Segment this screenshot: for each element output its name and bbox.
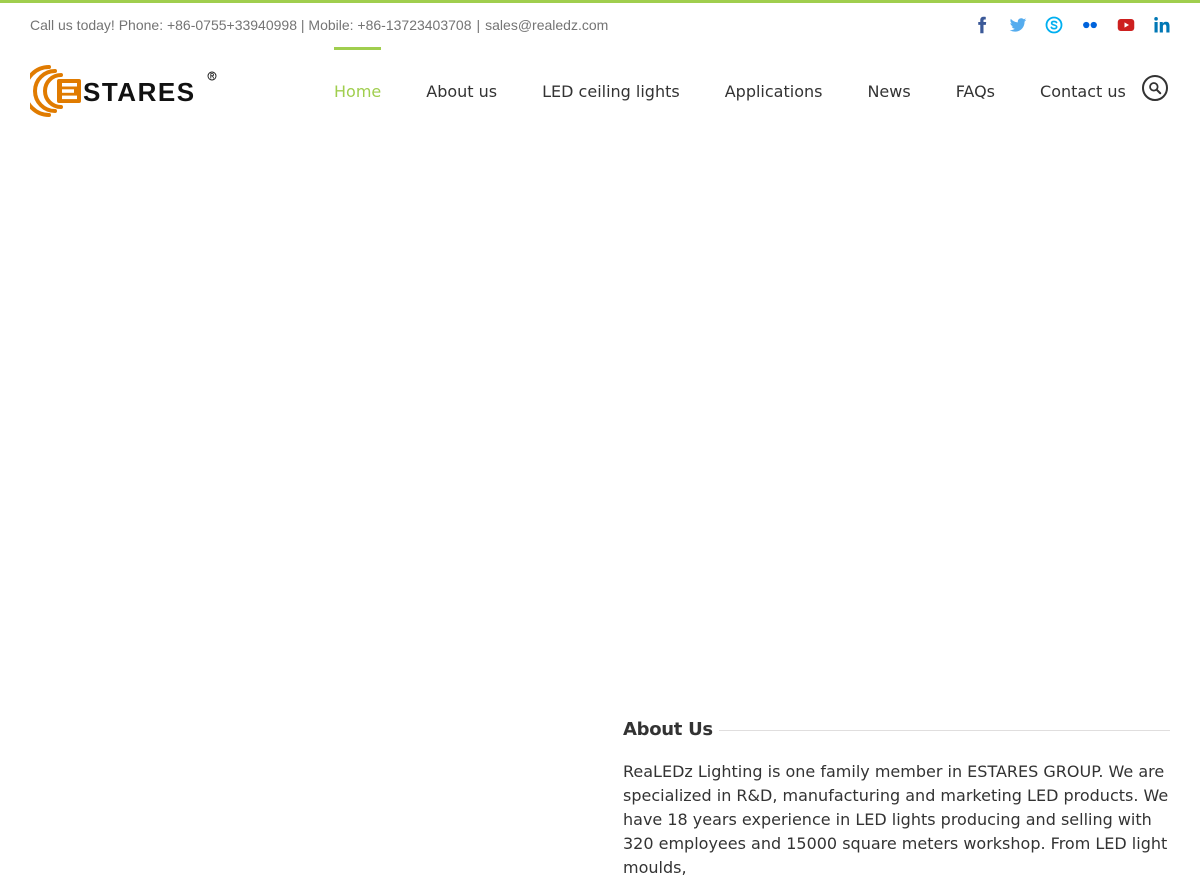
twitter-icon[interactable] [1008,15,1028,35]
about-heading-row: About Us [623,716,1170,742]
phone-text: Call us today! Phone: +86-0755+33940998 … [30,17,472,33]
search-button[interactable] [1142,75,1168,101]
nav-item-home[interactable]: Home [334,47,382,135]
youtube-icon[interactable] [1116,15,1136,35]
logo-arcs-icon [30,65,81,117]
top-bar: Call us today! Phone: +86-0755+33940998 … [0,3,1200,47]
facebook-icon[interactable] [972,15,992,35]
nav-item-faqs[interactable]: FAQs [956,47,995,135]
about-title: About Us [623,718,713,740]
main-nav: Home About us LED ceiling lights Applica… [334,47,1171,135]
email-link[interactable]: sales@realedz.com [485,17,608,33]
nav-item-contact-us[interactable]: Contact us [1040,47,1126,135]
site-header: STARES Home About us LED ceiling lights … [0,47,1200,135]
about-section: About Us ReaLEDz Lighting is one family … [623,716,1170,880]
logo-text: STARES [83,77,196,107]
logo[interactable]: STARES [30,63,222,119]
about-text: ReaLEDz Lighting is one family member in… [623,762,1169,877]
nav-item-news[interactable]: News [867,47,910,135]
contact-separator: | [476,17,481,33]
nav-item-about-us[interactable]: About us [426,47,497,135]
contact-info: Call us today! Phone: +86-0755+33940998 … [30,17,608,33]
social-links [972,15,1172,35]
skype-icon[interactable] [1044,15,1064,35]
flickr-icon[interactable] [1080,15,1100,35]
linkedin-icon[interactable] [1152,15,1172,35]
search-icon [1149,82,1162,95]
about-title-divider [718,729,1170,731]
nav-item-applications[interactable]: Applications [725,47,823,135]
nav-item-led-ceiling-lights[interactable]: LED ceiling lights [542,47,680,135]
